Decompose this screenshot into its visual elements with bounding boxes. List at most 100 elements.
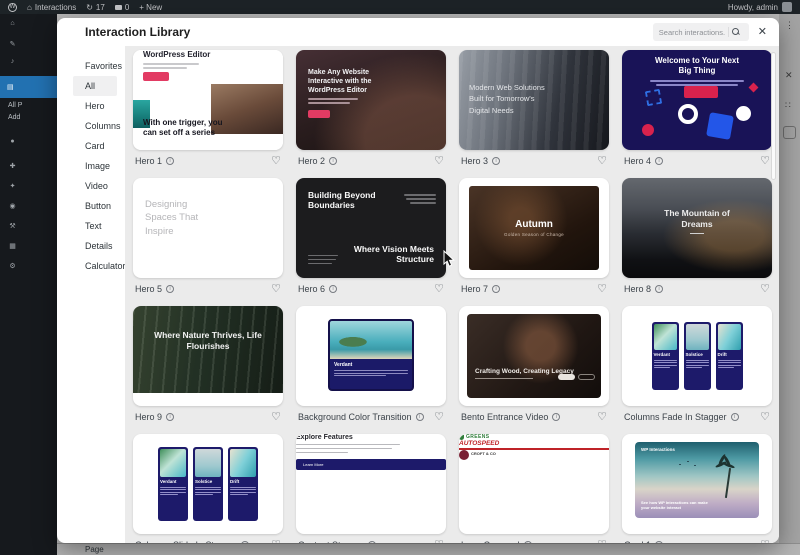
new-content-menu[interactable]: + New: [139, 3, 162, 12]
preview-heading: Make Any Website: [308, 69, 370, 76]
site-name-link[interactable]: ⌂ Interactions: [27, 3, 76, 12]
favorite-button[interactable]: ♡: [271, 411, 281, 423]
sidebar-item-interactions[interactable]: ▤: [0, 76, 57, 98]
modal-header: Interaction Library ✕: [57, 18, 779, 46]
info-icon[interactable]: i: [492, 285, 501, 293]
info-icon[interactable]: i: [655, 541, 664, 543]
card-thumbnail-hero-8[interactable]: The Mountain of Dreams: [622, 178, 772, 278]
card-thumbnail-hero-1[interactable]: Interactive with the WordPress Editor Wi…: [133, 50, 283, 150]
wp-logo-menu[interactable]: W: [8, 2, 17, 12]
favorite-button[interactable]: ♡: [434, 155, 444, 167]
card-thumbnail-hero-3[interactable]: Modern Web Solutions Built for Tomorrow'…: [459, 50, 609, 150]
favorite-button[interactable]: ♡: [597, 411, 607, 423]
kebab-menu-icon[interactable]: ⋮: [785, 20, 794, 31]
category-favorites[interactable]: Favorites: [73, 56, 122, 76]
comments-link[interactable]: 0: [114, 3, 129, 12]
favorite-button[interactable]: ♡: [760, 155, 770, 167]
category-hero[interactable]: Hero: [73, 96, 117, 116]
info-icon[interactable]: i: [523, 541, 532, 543]
info-icon[interactable]: i: [655, 157, 664, 165]
howdy-label[interactable]: Howdy, admin: [728, 3, 778, 12]
tools-icon[interactable]: ⚒: [7, 222, 18, 230]
breadcrumb-page[interactable]: Page: [85, 545, 104, 554]
card-thumbnail-hero-5[interactable]: Designing Spaces That Inspire: [133, 178, 283, 278]
info-icon[interactable]: i: [166, 157, 175, 165]
info-icon[interactable]: i: [329, 157, 338, 165]
avatar[interactable]: [782, 2, 792, 12]
favorite-button[interactable]: ♡: [597, 155, 607, 167]
category-video[interactable]: Video: [73, 176, 117, 196]
favorite-button[interactable]: ♡: [271, 155, 281, 167]
settings-icon[interactable]: ⚙: [7, 262, 18, 270]
info-icon[interactable]: i: [329, 285, 338, 293]
preview-subheading: Golden Season of Change: [504, 232, 564, 237]
info-icon[interactable]: i: [166, 285, 175, 293]
favorite-button[interactable]: ♡: [760, 283, 770, 295]
updates-link[interactable]: ↻ 17: [86, 3, 105, 12]
category-text[interactable]: Text: [73, 216, 117, 236]
info-icon[interactable]: i: [415, 413, 424, 421]
favorite-button[interactable]: ♡: [434, 283, 444, 295]
card-thumbnail-hero-2[interactable]: Make Any Website Interactive with the Wo…: [296, 50, 446, 150]
media-icon[interactable]: ♪: [7, 58, 18, 65]
card-thumbnail-content-stagger[interactable]: Explore Features Learn More: [296, 434, 446, 534]
favorite-button[interactable]: ♡: [434, 539, 444, 543]
info-icon[interactable]: i: [730, 413, 739, 421]
decor-square-outline: [644, 88, 663, 107]
card-thumbnail-hero-7[interactable]: Autumn Golden Season of Change: [459, 178, 609, 278]
submenu-add-label[interactable]: Add: [8, 114, 20, 121]
decor-bird: [687, 461, 689, 463]
library-card: Modern Web Solutions Built for Tomorrow'…: [459, 50, 609, 168]
info-icon[interactable]: i: [552, 413, 561, 421]
comments-menu-icon[interactable]: ●: [7, 138, 18, 145]
search-icon[interactable]: [731, 27, 741, 37]
card-thumbnail-hero-9[interactable]: Where Nature Thrives, Life Flourishes: [133, 306, 283, 406]
panel-close-icon[interactable]: ✕: [785, 70, 793, 81]
card-thumbnail-hero-6[interactable]: Building Beyond Boundaries Where Vision …: [296, 178, 446, 278]
info-icon[interactable]: i: [166, 413, 175, 421]
info-icon[interactable]: i: [655, 285, 664, 293]
category-button[interactable]: Button: [73, 196, 117, 216]
search-input[interactable]: [658, 27, 725, 37]
favorite-button[interactable]: ♡: [271, 283, 281, 295]
favorite-button[interactable]: ♡: [760, 411, 770, 423]
plugins-icon[interactable]: ✚: [7, 162, 18, 170]
preview-text: can set off a series: [143, 128, 216, 137]
category-calculator[interactable]: Calculator: [73, 256, 126, 276]
library-card: Building Beyond Boundaries Where Vision …: [296, 178, 446, 296]
posts-icon[interactable]: ✎: [7, 40, 18, 48]
card-thumbnail-hero-4[interactable]: Welcome to Your Next Big Thing: [622, 50, 772, 150]
drag-handle-icon[interactable]: ∷: [785, 100, 791, 111]
card-thumbnail-bento-video[interactable]: Crafting Wood, Creating Legacy: [459, 306, 609, 406]
card-thumbnail-card-1[interactable]: WP Interactions See how WP Interactions …: [622, 434, 772, 534]
grid-scrollbar[interactable]: [771, 52, 776, 180]
appearance-icon[interactable]: ✦: [7, 182, 18, 190]
dashboard-icon[interactable]: ⌂: [7, 20, 18, 27]
preview-text: With one trigger, you: [143, 118, 223, 127]
layout-icon[interactable]: ▦: [7, 242, 18, 250]
preview-video: [467, 314, 601, 398]
info-icon[interactable]: i: [241, 541, 250, 543]
category-all[interactable]: All: [73, 76, 117, 96]
favorite-button[interactable]: ♡: [271, 539, 281, 543]
category-card[interactable]: Card: [73, 136, 117, 156]
category-details[interactable]: Details: [73, 236, 117, 256]
favorite-button[interactable]: ♡: [760, 539, 770, 543]
card-thumbnail-columns-slide[interactable]: Verdant Solstice Drift: [133, 434, 283, 534]
favorite-button[interactable]: ♡: [597, 539, 607, 543]
category-image[interactable]: Image: [73, 156, 117, 176]
preview-card-title: Verdant: [334, 362, 353, 368]
users-icon[interactable]: ◉: [7, 202, 18, 210]
info-icon[interactable]: i: [492, 157, 501, 165]
card-thumbnail-columns-fade[interactable]: Verdant Solstice Drift: [622, 306, 772, 406]
card-thumbnail-bg-color-transition[interactable]: Verdant: [296, 306, 446, 406]
info-icon[interactable]: i: [367, 541, 376, 543]
favorite-button[interactable]: ♡: [434, 411, 444, 423]
card-thumbnail-logo-carousel[interactable]: GREENS AUTOSPEED CROFT & CO: [459, 434, 609, 534]
submenu-all-label[interactable]: All P: [8, 102, 22, 109]
category-columns[interactable]: Columns: [73, 116, 121, 136]
text-line: [308, 102, 350, 104]
text-line: [143, 63, 199, 65]
favorite-button[interactable]: ♡: [597, 283, 607, 295]
close-icon[interactable]: ✕: [758, 26, 767, 38]
